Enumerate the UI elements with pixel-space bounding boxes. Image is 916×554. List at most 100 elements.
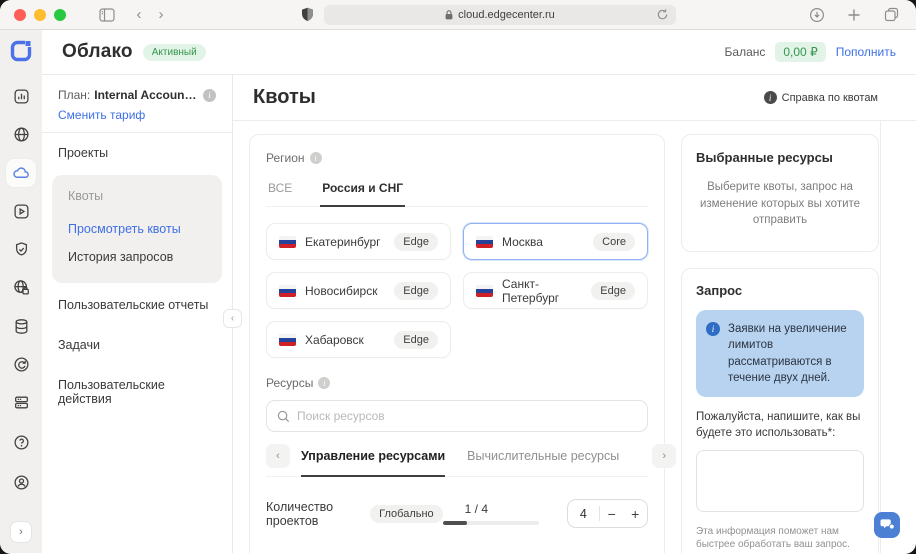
sidebar-item-user-actions[interactable]: Пользовательские действия bbox=[42, 365, 232, 419]
alert-text: Заявки на увеличение лимитов рассматрива… bbox=[728, 321, 854, 386]
chat-icon bbox=[880, 518, 895, 532]
usage-textarea[interactable] bbox=[696, 450, 864, 512]
plan-value: Internal Account_RUB_Cl... bbox=[94, 88, 199, 102]
russia-flag-icon bbox=[279, 236, 296, 248]
region-type-badge: Edge bbox=[394, 233, 438, 251]
balance-value: 0,00 ₽ bbox=[775, 42, 825, 62]
rail-servers-icon[interactable] bbox=[6, 389, 36, 417]
reload-icon[interactable] bbox=[656, 8, 669, 24]
status-badge: Активный bbox=[143, 44, 206, 61]
region-type-badge: Edge bbox=[591, 282, 635, 300]
russia-flag-icon bbox=[279, 334, 296, 346]
plan-label: План: bbox=[58, 88, 90, 102]
url-text: cloud.edgecenter.ru bbox=[458, 9, 555, 21]
downloads-icon[interactable] bbox=[806, 4, 828, 26]
forward-icon[interactable]: › bbox=[150, 4, 172, 26]
request-card: Запрос i Заявки на увеличение лимитов ра… bbox=[681, 268, 879, 553]
sidebar-item-projects[interactable]: Проекты bbox=[42, 133, 232, 173]
rail-stats-icon[interactable] bbox=[6, 82, 36, 110]
tab-all-regions[interactable]: ВСЕ bbox=[266, 177, 294, 206]
help-info-icon: i bbox=[764, 91, 777, 104]
content-header: Квоты i Справка по квотам bbox=[233, 75, 916, 121]
sidebar-toggle-icon[interactable] bbox=[96, 4, 118, 26]
quotas-card: Регион i ВСЕ Россия и СНГ Екатеринбург bbox=[249, 134, 665, 553]
browser-chrome: ‹ › cloud.edgecenter.ru bbox=[0, 0, 916, 30]
sidebar-item-tasks[interactable]: Задачи bbox=[42, 325, 232, 365]
usage-text: 1 / 4 bbox=[465, 502, 539, 516]
rail-storage-icon[interactable] bbox=[6, 312, 36, 340]
quota-row-project-count: Количество проектов Глобально 1 / 4 bbox=[266, 499, 648, 528]
selected-resources-title: Выбранные ресурсы bbox=[696, 150, 864, 165]
service-rail: › bbox=[0, 30, 42, 553]
region-tabs: ВСЕ Россия и СНГ bbox=[266, 177, 648, 207]
minimize-window-button[interactable] bbox=[34, 9, 46, 21]
tabs-prev-icon[interactable]: ‹ bbox=[266, 444, 290, 468]
sidebar: План: Internal Account_RUB_Cl... i Смени… bbox=[42, 75, 232, 553]
region-type-badge: Edge bbox=[394, 282, 438, 300]
quotas-help-link[interactable]: i Справка по квотам bbox=[764, 91, 878, 104]
rail-cloud-icon[interactable] bbox=[6, 159, 36, 187]
privacy-shield-icon[interactable] bbox=[296, 4, 318, 26]
help-icon[interactable] bbox=[6, 427, 36, 457]
rail-expand-button[interactable]: › bbox=[10, 521, 32, 543]
resource-tabs: ‹ Управление ресурсами Вычислительные ре… bbox=[266, 444, 648, 477]
region-button-saint-petersburg[interactable]: Санкт-Петербург Edge bbox=[463, 272, 648, 309]
address-bar[interactable]: cloud.edgecenter.ru bbox=[324, 5, 676, 25]
sidebar-item-request-history[interactable]: История запросов bbox=[58, 243, 216, 271]
tab-russia-cis[interactable]: Россия и СНГ bbox=[320, 177, 405, 207]
resource-search[interactable] bbox=[266, 400, 648, 432]
region-button-ekaterinburg[interactable]: Екатеринбург Edge bbox=[266, 223, 451, 260]
rail-backup-icon[interactable] bbox=[6, 350, 36, 378]
browser-window: ‹ › cloud.edgecenter.ru bbox=[0, 0, 916, 554]
sidebar-quotas-group: Квоты Просмотреть квоты История запросов bbox=[52, 175, 222, 283]
quota-progress-fill bbox=[443, 521, 467, 525]
scope-badge: Глобально bbox=[370, 505, 443, 523]
region-type-badge: Edge bbox=[394, 331, 438, 349]
quota-stepper: 4 − + bbox=[567, 499, 648, 528]
request-help-text: Эта информация поможет нам быстрее обраб… bbox=[696, 525, 864, 553]
decrement-button[interactable]: − bbox=[600, 500, 624, 527]
region-button-novosibirsk[interactable]: Новосибирск Edge bbox=[266, 272, 451, 309]
rail-dns-icon[interactable] bbox=[6, 274, 36, 302]
region-grid: Екатеринбург Edge Москва Core bbox=[266, 223, 648, 358]
edgecenter-logo[interactable] bbox=[8, 38, 34, 64]
region-button-khabarovsk[interactable]: Хабаровск Edge bbox=[266, 321, 451, 358]
app-title: Облако bbox=[62, 41, 133, 63]
chat-button[interactable] bbox=[874, 512, 900, 538]
new-tab-icon[interactable] bbox=[843, 4, 865, 26]
tab-overview-icon[interactable] bbox=[880, 4, 902, 26]
selected-resources-card: Выбранные ресурсы Выберите квоты, запрос… bbox=[681, 134, 879, 252]
balance-label: Баланс bbox=[725, 45, 766, 59]
quota-value-input[interactable]: 4 bbox=[568, 507, 599, 521]
zoom-window-button[interactable] bbox=[54, 9, 66, 21]
rail-network-icon[interactable] bbox=[6, 120, 36, 148]
usage-progress-track bbox=[443, 521, 539, 525]
plan-info-icon[interactable]: i bbox=[203, 89, 216, 102]
increment-button[interactable]: + bbox=[623, 500, 647, 527]
back-icon[interactable]: ‹ bbox=[128, 4, 150, 26]
selected-resources-empty-text: Выберите квоты, запрос на изменение кото… bbox=[696, 179, 864, 229]
tabs-next-icon[interactable]: › bbox=[652, 444, 676, 468]
quota-name: Количество проектов bbox=[266, 500, 363, 528]
region-button-moscow[interactable]: Москва Core bbox=[463, 223, 648, 260]
page-title: Квоты bbox=[253, 86, 316, 109]
app-header: Облако Активный Баланс 0,00 ₽ Пополнить bbox=[42, 30, 916, 75]
resources-info-icon[interactable]: i bbox=[318, 377, 330, 389]
russia-flag-icon bbox=[476, 236, 493, 248]
search-input[interactable] bbox=[297, 409, 637, 423]
account-icon[interactable] bbox=[6, 467, 36, 497]
sidebar-item-view-quotas[interactable]: Просмотреть квоты bbox=[58, 215, 216, 243]
quotas-group-title: Квоты bbox=[58, 187, 216, 215]
region-info-icon[interactable]: i bbox=[310, 152, 322, 164]
rail-security-icon[interactable] bbox=[6, 235, 36, 263]
region-label: Регион bbox=[266, 151, 305, 165]
sidebar-item-user-reports[interactable]: Пользовательские отчеты bbox=[42, 285, 232, 325]
rail-streaming-icon[interactable] bbox=[6, 197, 36, 225]
topup-link[interactable]: Пополнить bbox=[836, 45, 896, 59]
region-type-badge: Core bbox=[593, 233, 635, 251]
change-plan-link[interactable]: Сменить тариф bbox=[58, 108, 216, 122]
tab-resource-management[interactable]: Управление ресурсами bbox=[301, 445, 445, 477]
close-window-button[interactable] bbox=[14, 9, 26, 21]
tab-compute-resources[interactable]: Вычислительные ресурсы bbox=[467, 445, 619, 475]
sidebar-collapse-button[interactable]: ‹ bbox=[223, 309, 242, 328]
